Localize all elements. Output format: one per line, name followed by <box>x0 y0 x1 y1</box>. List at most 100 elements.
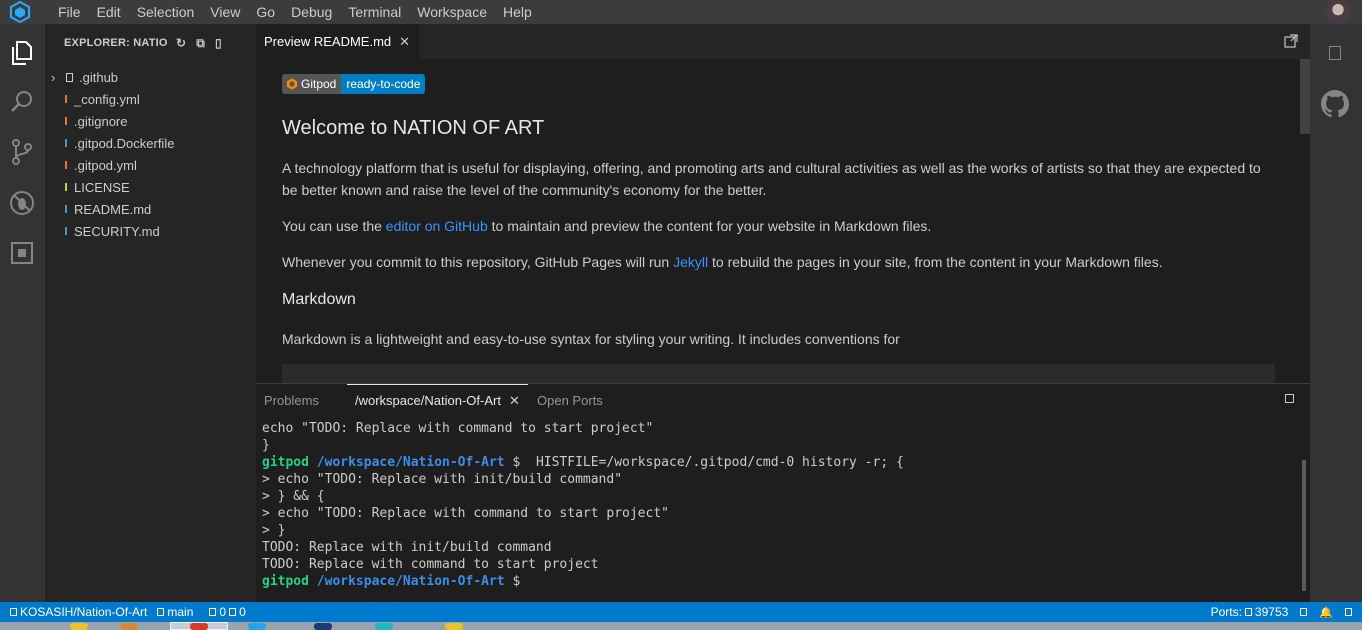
terminal-line: echo "TODO: Replace with command to star… <box>262 421 654 436</box>
terminal-line: } <box>262 438 270 453</box>
menu-edit[interactable]: Edit <box>89 0 129 24</box>
taskbar-app-icon[interactable] <box>314 623 332 630</box>
error-icon <box>209 608 217 616</box>
avatar[interactable] <box>1326 0 1350 24</box>
page-heading: Welcome to NATION OF ART <box>282 117 545 139</box>
taskbar-app-icon[interactable] <box>375 623 393 630</box>
tab-label: /workspace/Nation-Of-Art <box>355 393 501 408</box>
menu-selection[interactable]: Selection <box>129 0 203 24</box>
search-icon[interactable] <box>7 87 37 117</box>
gitpod-logo-icon[interactable] <box>8 0 32 24</box>
text: to maintain and preview the content for … <box>487 218 932 234</box>
bottom-panel: Problems /workspace/Nation-Of-Art ✕ Open … <box>256 383 1310 602</box>
debug-icon[interactable] <box>7 188 37 218</box>
terminal-line: > } && { <box>262 489 325 504</box>
editor-paragraph: You can use the editor on GitHub to main… <box>282 215 1276 237</box>
badge-left-text: Gitpod <box>301 77 337 91</box>
file-icon <box>65 183 68 191</box>
menu-terminal[interactable]: Terminal <box>340 0 409 24</box>
file-icon <box>65 95 68 103</box>
port-number: 39753 <box>1254 605 1289 619</box>
open-source-icon[interactable] <box>1284 34 1298 48</box>
editor-tab-bar: Preview README.md ✕ <box>256 24 1310 59</box>
github-icon[interactable] <box>1321 90 1349 123</box>
terminal-output[interactable]: echo "TODO: Replace with command to star… <box>262 420 904 590</box>
warning-count: 0 <box>239 605 246 619</box>
explorer-icon[interactable] <box>7 38 37 68</box>
refresh-icon[interactable]: ↻ <box>176 36 186 51</box>
tree-item-github-folder[interactable]: › .github <box>45 66 256 88</box>
collapse-all-icon[interactable]: ⧉ <box>196 36 205 51</box>
terminal-line: TODO: Replace with init/build command <box>262 540 552 555</box>
tree-item-label: .github <box>79 69 119 85</box>
tree-item-readme[interactable]: README.md <box>45 198 256 220</box>
tree-item-label: .gitpod.Dockerfile <box>74 135 175 151</box>
bell-icon[interactable]: 🔔 <box>1319 606 1333 619</box>
branch-icon <box>157 608 165 616</box>
tree-item-config[interactable]: _config.yml <box>45 88 256 110</box>
taskbar-app-icon[interactable] <box>248 623 266 630</box>
menu-view[interactable]: View <box>202 0 248 24</box>
tree-item-license[interactable]: LICENSE <box>45 176 256 198</box>
share-icon[interactable] <box>1345 608 1352 616</box>
tab-preview-readme[interactable]: Preview README.md ✕ <box>256 24 419 59</box>
source-control-icon[interactable] <box>7 137 37 167</box>
branch-label: main <box>167 605 194 619</box>
tree-item-dockerfile[interactable]: .gitpod.Dockerfile <box>45 132 256 154</box>
terminal-line: gitpod /workspace/Nation-Of-Art $ <box>262 573 904 590</box>
repo-status[interactable]: KOSASIH/Nation-Of-Art <box>10 605 147 619</box>
file-icon <box>65 117 68 125</box>
taskbar-app-icon[interactable] <box>120 623 138 630</box>
menu-debug[interactable]: Debug <box>283 0 340 24</box>
menu-file[interactable]: File <box>50 0 89 24</box>
tree-item-label: .gitignore <box>74 113 128 129</box>
markdown-paragraph: Markdown is a lightweight and easy-to-us… <box>282 331 900 347</box>
jekyll-link[interactable]: Jekyll <box>673 254 708 270</box>
prompt-user: gitpod <box>262 455 309 470</box>
file-tree: › .github _config.yml .gitignore .gitpod… <box>45 66 256 242</box>
menu-go[interactable]: Go <box>248 0 283 24</box>
tree-item-security[interactable]: SECURITY.md <box>45 220 256 242</box>
close-icon[interactable]: ✕ <box>509 393 520 409</box>
explorer-sidebar: EXPLORER: NATION-OF-ART ↻ ⧉ ▯ › .github … <box>45 24 256 602</box>
title-bar: File Edit Selection View Go Debug Termin… <box>0 0 1362 24</box>
tab-open-ports[interactable]: Open Ports <box>537 384 603 416</box>
terminal-line: gitpod /workspace/Nation-Of-Art $ HISTFI… <box>262 454 904 471</box>
taskbar-app-icon[interactable] <box>70 623 88 630</box>
maximize-panel-icon[interactable] <box>1285 394 1294 403</box>
tree-item-gitignore[interactable]: .gitignore <box>45 110 256 132</box>
outline-icon[interactable] <box>1329 46 1341 60</box>
text: to rebuild the pages in your site, from … <box>708 254 1163 270</box>
menu-help[interactable]: Help <box>495 0 540 24</box>
tab-terminal[interactable]: /workspace/Nation-Of-Art ✕ <box>347 384 528 416</box>
gitpod-badge-icon <box>287 78 297 90</box>
terminal-scrollbar[interactable] <box>1302 460 1306 591</box>
prompt-user: gitpod <box>262 574 309 589</box>
extensions-icon[interactable] <box>7 238 37 268</box>
intro-paragraph: A technology platform that is useful for… <box>282 160 1261 198</box>
error-count: 0 <box>219 605 227 619</box>
more-actions-icon[interactable]: ▯ <box>215 36 222 51</box>
gitpod-badge[interactable]: Gitpod ready-to-code <box>282 74 426 94</box>
file-icon <box>65 205 68 213</box>
close-icon[interactable]: ✕ <box>399 34 410 50</box>
tab-label: Problems <box>264 392 319 408</box>
tree-item-gitpod-yml[interactable]: .gitpod.yml <box>45 154 256 176</box>
problems-status[interactable]: 00 <box>209 605 246 619</box>
taskbar-app-icon[interactable] <box>190 623 208 630</box>
os-taskbar <box>0 622 1362 630</box>
taskbar-app-icon[interactable] <box>445 623 463 630</box>
branch-status[interactable]: main <box>157 605 193 619</box>
editor-on-github-link[interactable]: editor on GitHub <box>386 218 488 234</box>
port-icon <box>1244 608 1252 616</box>
tree-item-label: .gitpod.yml <box>74 157 137 173</box>
layout-icon[interactable] <box>1300 608 1308 616</box>
markdown-heading: Markdown <box>282 291 356 308</box>
menu-workspace[interactable]: Workspace <box>409 0 495 24</box>
chevron-right-icon: › <box>51 69 56 85</box>
tab-problems[interactable]: Problems <box>264 384 319 416</box>
repo-icon <box>10 608 17 616</box>
ports-status[interactable]: Ports: 39753 <box>1211 605 1289 619</box>
editor-scrollbar[interactable] <box>1300 59 1310 134</box>
prompt-symbol: $ <box>504 574 521 589</box>
